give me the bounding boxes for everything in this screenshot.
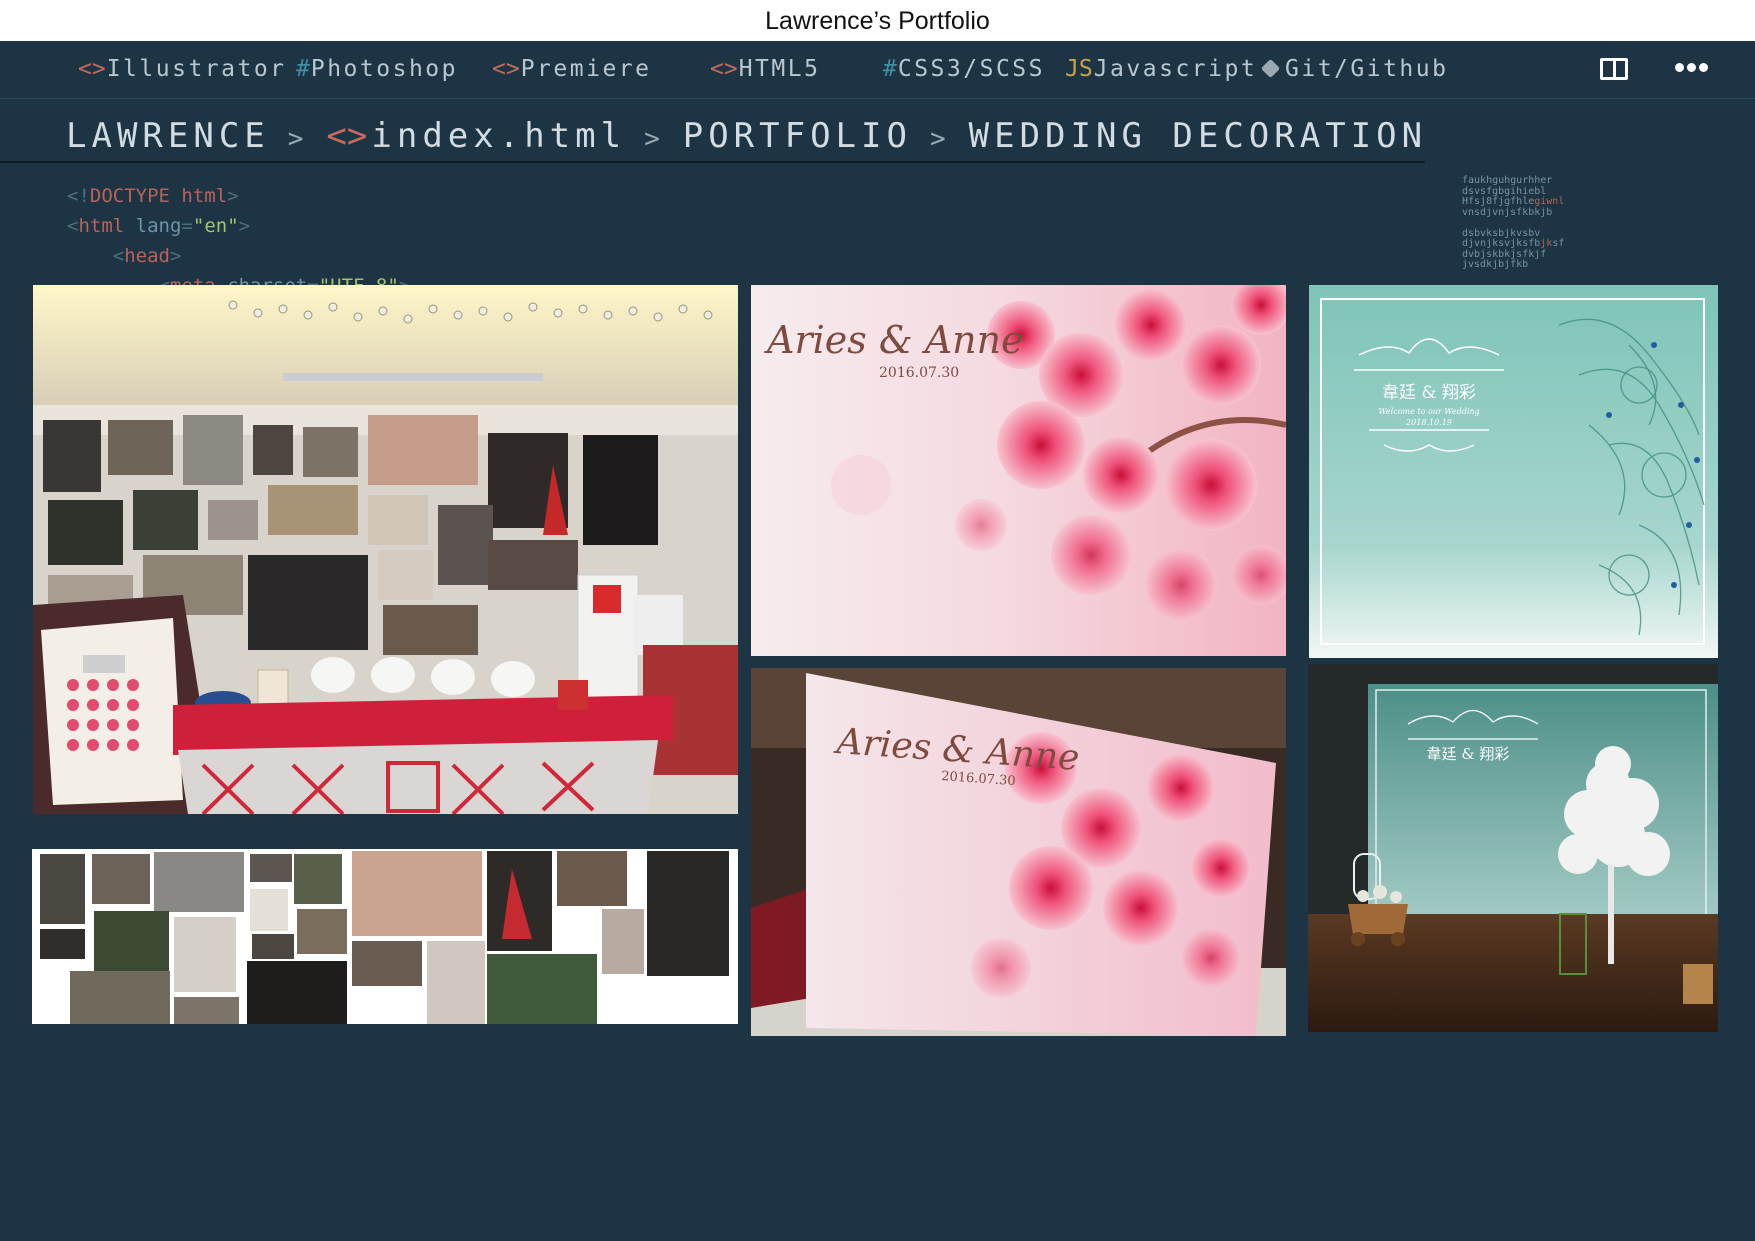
tab-label: Premiere <box>520 56 652 82</box>
invitation-date: 2018.10.19 <box>1405 418 1452 427</box>
breadcrumb-separator: > <box>644 124 665 154</box>
breadcrumb-item-portfolio[interactable]: PORTFOLIO <box>683 116 912 156</box>
backdrop-date: 2016.07.30 <box>879 365 959 381</box>
tab-css3-scss[interactable]: #CSS3/SCSS <box>883 54 1045 84</box>
breadcrumb-separator: > <box>929 124 951 154</box>
photo-backdrop-design: Aries & Anne 2016.07.30 <box>751 285 1286 656</box>
code-line: <html lang="en"> <box>67 215 251 237</box>
code-tag-icon: <> <box>492 56 520 82</box>
invitation-welcome: Welcome to our Wedding <box>1378 407 1479 416</box>
photo-invitation-design: 韋廷 & 翔彩 Welcome to our Wedding 2018.10.1… <box>1309 285 1718 658</box>
minimap[interactable]: faukhguhgurhher dsvsfgbgihiebl Hfsj8fjgfhl… <box>1462 175 1564 271</box>
invitation-names: 韋廷 & 翔彩 <box>1382 383 1476 403</box>
code-tag-icon: <> <box>710 56 738 82</box>
tab-javascript[interactable]: JSJavascript <box>1065 54 1257 84</box>
breadcrumb-divider <box>0 161 1425 163</box>
code-line: <!DOCTYPE html> <box>67 185 239 207</box>
tab-bar: <>Illustrator #Photoshop <>Premiere <>HT… <box>0 41 1755 99</box>
tab-premiere[interactable]: <>Premiere <box>492 54 651 84</box>
backdrop-title: Aries & Anne <box>764 318 1024 362</box>
editor-window: <>Illustrator #Photoshop <>Premiere <>HT… <box>0 41 1755 1241</box>
more-options-icon[interactable] <box>1675 63 1709 75</box>
tab-git-github[interactable]: Git/Github <box>1260 54 1449 84</box>
breadcrumb: LAWRENCE > <> index.html > PORTFOLIO > WEDDING … <box>66 114 1427 158</box>
tab-label: Illustrator <box>106 56 287 82</box>
hash-icon: # <box>296 56 310 82</box>
breadcrumb-item-index-html[interactable]: index.html <box>371 116 626 156</box>
code-tag-icon: <> <box>326 116 368 156</box>
js-icon: JS <box>1065 56 1093 82</box>
code-line: <head> <box>112 245 182 267</box>
tab-label: Photoshop <box>310 56 458 82</box>
window-title: Lawrence’s Portfolio <box>0 0 1755 41</box>
photo-backdrop-installed: Aries & Anne 2016.07.30 <box>751 668 1286 1036</box>
breadcrumb-separator: > <box>287 124 309 154</box>
breadcrumb-item-wedding-decoration[interactable]: WEDDING DECORATION <box>969 116 1427 156</box>
photo-reception-table <box>33 285 738 814</box>
invitation-names: 韋廷 & 翔彩 <box>1427 745 1510 763</box>
split-editor-icon[interactable] <box>1600 58 1628 80</box>
tab-label: HTML5 <box>738 56 821 82</box>
tab-photoshop[interactable]: #Photoshop <box>296 54 458 84</box>
photo-stage-installed: 韋廷 & 翔彩 <box>1308 664 1718 1032</box>
tab-label: Git/Github <box>1285 56 1449 82</box>
git-icon <box>1260 58 1281 79</box>
tab-html5[interactable]: <>HTML5 <box>710 54 820 84</box>
code-editor[interactable]: <!DOCTYPE html><html lang="en"> <head> <… <box>67 181 410 301</box>
tab-illustrator[interactable]: <>Illustrator <box>78 54 287 84</box>
code-tag-icon: <> <box>78 56 106 82</box>
hash-icon: # <box>883 56 897 82</box>
breadcrumb-item-lawrence[interactable]: LAWRENCE <box>66 116 270 156</box>
photo-wall-collage <box>32 849 738 1024</box>
tab-label: CSS3/SCSS <box>897 56 1045 82</box>
tab-label: Javascript <box>1093 56 1258 82</box>
